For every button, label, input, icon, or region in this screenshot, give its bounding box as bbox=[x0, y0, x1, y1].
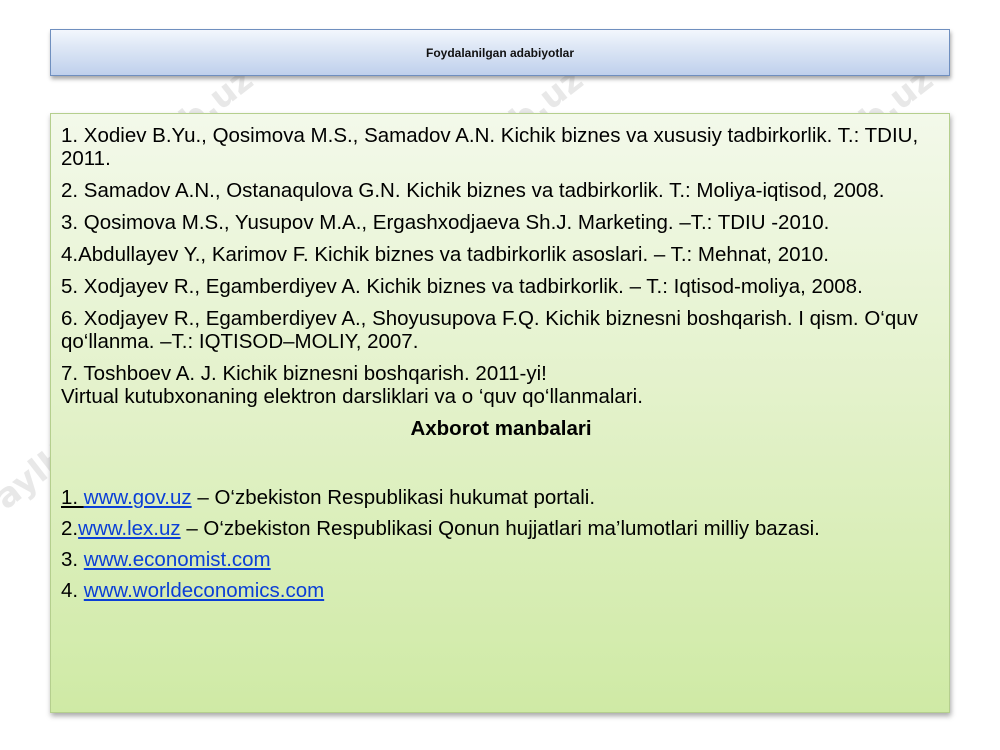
source-number: 4. bbox=[61, 579, 84, 602]
source-number: 2. bbox=[61, 517, 79, 540]
reference-item: 6. Xodjayev R., Egamberdiyev A., Shoyusu… bbox=[61, 307, 918, 353]
reference-item: 5. Xodjayev R., Egamberdiyev A. Kichik b… bbox=[61, 275, 863, 298]
source-item: 2.www.lex.uz – O‘zbekiston Respublikasi … bbox=[61, 517, 941, 540]
sources-heading: Axborot manbalari bbox=[410, 417, 592, 440]
source-link-economist[interactable]: www.economist.com bbox=[84, 548, 271, 571]
source-description: – O‘zbekiston Respublikasi hukumat porta… bbox=[191, 486, 596, 509]
reference-item: 7. Toshboev A. J. Kichik biznesni boshqa… bbox=[61, 362, 941, 408]
slide-title-bar: Foydalanilgan adabiyotlar bbox=[50, 29, 950, 76]
source-number: 3. bbox=[61, 548, 84, 571]
source-link-gov[interactable]: www.gov.uz bbox=[84, 486, 192, 509]
references-note: Virtual kutubxonaning elektron darslikla… bbox=[61, 385, 643, 408]
source-description: – O‘zbekiston Respublikasi Qonun hujjatl… bbox=[180, 517, 820, 540]
source-item: 1. www.gov.uz – O‘zbekiston Respublikasi… bbox=[61, 486, 941, 509]
source-number: 1. bbox=[61, 486, 84, 509]
reference-text: 7. Toshboev A. J. Kichik biznesni boshqa… bbox=[61, 362, 547, 385]
reference-item: 4.Abdullayev Y., Karimov F. Kichik bizne… bbox=[61, 243, 829, 266]
source-item: 3. www.economist.com bbox=[61, 548, 941, 571]
slide-title: Foydalanilgan adabiyotlar bbox=[425, 45, 575, 60]
source-item: 4. www.worldeconomics.com bbox=[61, 579, 941, 602]
source-link-worldeconomics[interactable]: www.worldeconomics.com bbox=[84, 579, 324, 602]
source-link-lex[interactable]: www.lex.uz bbox=[78, 517, 181, 540]
reference-item: 3. Qosimova M.S., Yusupov M.A., Ergashxo… bbox=[61, 211, 830, 234]
reference-item: 1. Xodiev B.Yu., Qosimova M.S., Samadov … bbox=[61, 124, 919, 170]
content-panel: 1. Xodiev B.Yu., Qosimova M.S., Samadov … bbox=[50, 113, 950, 713]
reference-item: 2. Samadov A.N., Ostanaqulova G.N. Kichi… bbox=[61, 179, 885, 202]
references-list: 1. Xodiev B.Yu., Qosimova M.S., Samadov … bbox=[61, 124, 941, 408]
